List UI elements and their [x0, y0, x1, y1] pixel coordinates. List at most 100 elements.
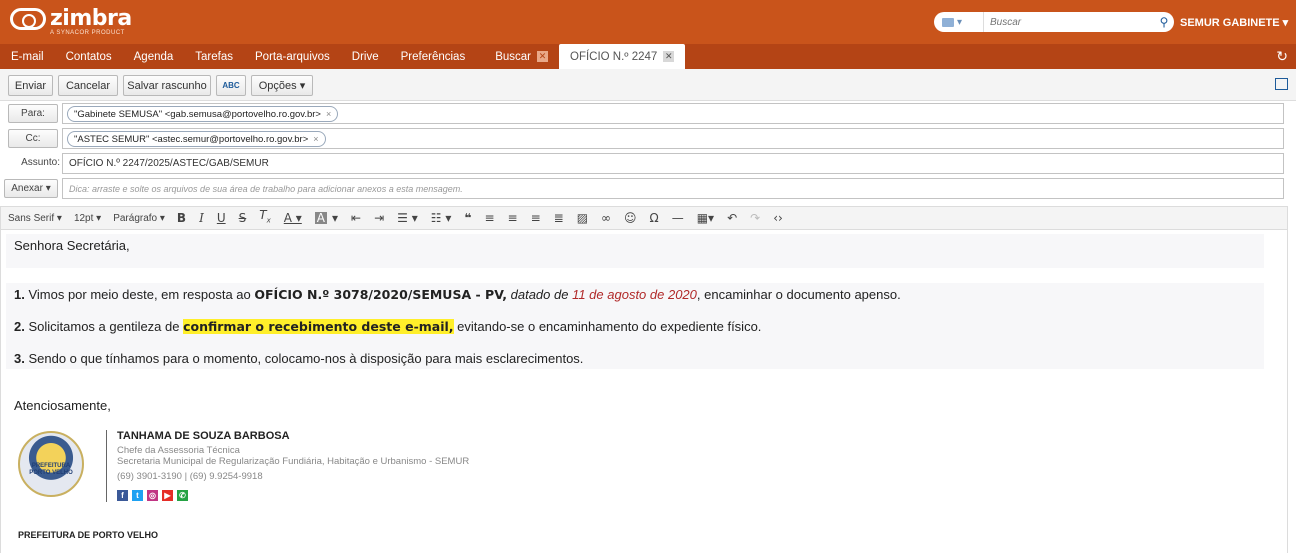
p1-oficio-ref: OFÍCIO N.º 3078/2020/SEMUSA - PV, — [254, 287, 508, 302]
remove-recipient-icon[interactable]: × — [313, 134, 318, 144]
tab-preferences[interactable]: Preferências — [390, 44, 477, 69]
send-button[interactable]: Enviar — [8, 75, 53, 96]
special-char-icon[interactable]: Ω — [650, 212, 659, 224]
signature-divider — [106, 430, 107, 502]
signature-phones: (69) 3901-3190 | (69) 9.9254-9918 — [117, 471, 263, 482]
cc-field[interactable]: "ASTEC SEMUR" <astec.semur@portovelho.ro… — [62, 128, 1284, 149]
search-input[interactable] — [984, 13, 1154, 31]
bold-icon[interactable]: B — [177, 212, 186, 224]
youtube-icon[interactable]: ▶ — [162, 490, 173, 501]
message-body[interactable] — [0, 230, 1288, 553]
signature-organization: PREFEITURA DE PORTO VELHO — [18, 530, 159, 540]
cc-row: Cc: "ASTEC SEMUR" <astec.semur@portovelh… — [0, 127, 1296, 151]
paragraph-dropdown[interactable]: Parágrafo ▾ — [113, 213, 165, 224]
p1-date: 11 de agosto de 2020 — [572, 287, 697, 302]
search-type-dropdown[interactable]: ▾ — [934, 12, 984, 32]
editor-toolbar: Sans Serif ▾ 12pt ▾ Parágrafo ▾ B I U S … — [0, 206, 1288, 230]
facebook-icon[interactable]: f — [117, 490, 128, 501]
p2-text: Solicitamos a gentileza de — [24, 319, 184, 334]
zimbra-logo-icon — [10, 8, 46, 30]
zimbra-logo[interactable]: zimbra A SYNACOR PRODUCT — [10, 8, 132, 36]
close-icon[interactable]: ✕ — [663, 51, 675, 62]
app-tabs: E-mail Contatos Agenda Tarefas Porta-arq… — [0, 44, 1296, 69]
seal-text: PREFEITURA PORTO VELHO — [29, 463, 73, 476]
social-links: f t ◎ ▶ ✆ — [117, 490, 192, 501]
save-draft-button[interactable]: Salvar rascunho — [123, 75, 211, 96]
tab-contacts[interactable]: Contatos — [55, 44, 123, 69]
tab-calendar[interactable]: Agenda — [123, 44, 185, 69]
background-color-dropdown-icon[interactable]: ▾ — [332, 212, 338, 224]
align-left-icon[interactable]: ≡ — [484, 212, 494, 224]
spell-check-button[interactable]: ABC — [216, 75, 246, 96]
italic-icon[interactable]: I — [199, 212, 204, 224]
search-bar: ▾ ⚲ — [934, 12, 1174, 32]
redo-icon[interactable]: ↷ — [750, 212, 760, 224]
image-icon[interactable]: ▨ — [577, 212, 588, 224]
tab-tasks[interactable]: Tarefas — [184, 44, 244, 69]
attach-button[interactable]: Anexar ▾ — [4, 179, 58, 198]
options-button[interactable]: Opções ▾ — [251, 75, 313, 96]
twitter-icon[interactable]: t — [132, 490, 143, 501]
subject-value: OFÍCIO N.º 2247/2025/ASTEC/GAB/SEMUR — [69, 158, 269, 169]
p1-text: Vimos por meio deste, em resposta ao — [24, 287, 255, 302]
align-center-icon[interactable]: ≡ — [508, 212, 518, 224]
close-icon[interactable]: ✕ — [537, 51, 548, 62]
text-color-icon[interactable]: A ▾ — [284, 212, 302, 224]
strikethrough-icon[interactable]: S — [239, 212, 247, 224]
tab-search[interactable]: Buscar ✕ — [484, 44, 559, 69]
spell-check-icon: ABC — [222, 81, 240, 90]
clear-format-icon[interactable]: Tx — [259, 209, 271, 226]
outdent-icon[interactable]: ⇤ — [351, 212, 361, 224]
tab-drive[interactable]: Drive — [341, 44, 390, 69]
indent-icon[interactable]: ⇥ — [374, 212, 384, 224]
tab-email[interactable]: E-mail — [0, 44, 55, 69]
tab-compose-oficio[interactable]: OFÍCIO N.º 2247 ✕ — [559, 44, 686, 69]
background-color-icon[interactable]: A — [314, 212, 328, 224]
recipient-bubble[interactable]: "Gabinete SEMUSA" <gab.semusa@portovelho… — [67, 106, 339, 122]
remove-recipient-icon[interactable]: × — [326, 109, 331, 119]
tab-search-label: Buscar — [495, 50, 531, 63]
signature-role: Chefe da Assessoria Técnica — [117, 445, 240, 456]
user-menu[interactable]: SEMUR GABINETE ▾ — [1180, 16, 1288, 29]
undo-icon[interactable]: ↶ — [727, 212, 737, 224]
p2-end: evitando-se o encaminhamento do expedien… — [453, 319, 762, 334]
font-family-dropdown[interactable]: Sans Serif ▾ — [8, 213, 62, 224]
horizontal-rule-icon[interactable]: — — [672, 212, 684, 224]
compose-toolbar: Enviar Cancelar Salvar rascunho ABC Opçõ… — [0, 69, 1296, 101]
subject-field[interactable]: OFÍCIO N.º 2247/2025/ASTEC/GAB/SEMUR — [62, 153, 1284, 174]
popout-icon[interactable] — [1275, 78, 1288, 90]
paragraph-3: 3. Sendo o que tínhamos para o momento, … — [14, 351, 583, 366]
p1-number: 1. — [14, 287, 25, 302]
tab-briefcase[interactable]: Porta-arquivos — [244, 44, 341, 69]
paragraph-2: 2. Solicitamos a gentileza de confirmar … — [14, 319, 761, 334]
signature-dept: Secretaria Municipal de Regularização Fu… — [117, 456, 470, 467]
subject-row: Assunto: OFÍCIO N.º 2247/2025/ASTEC/GAB/… — [0, 152, 1296, 176]
p3-text: Sendo o que tínhamos para o momento, col… — [24, 351, 584, 366]
font-size-dropdown[interactable]: 12pt ▾ — [74, 213, 101, 224]
refresh-icon[interactable]: ↻ — [1276, 48, 1288, 65]
link-icon[interactable]: ∞ — [601, 212, 611, 224]
attach-hint: Dica: arraste e solte os arquivos de sua… — [69, 184, 463, 194]
table-icon[interactable]: ▦▾ — [697, 212, 714, 224]
source-code-icon[interactable]: ‹› — [773, 212, 783, 224]
signature-name: TANHAMA DE SOUZA BARBOSA — [117, 430, 290, 442]
attach-drop-zone[interactable]: Dica: arraste e solte os arquivos de sua… — [62, 178, 1284, 199]
whatsapp-icon[interactable]: ✆ — [177, 490, 188, 501]
cc-button[interactable]: Cc: — [8, 129, 58, 148]
underline-icon[interactable]: U — [217, 212, 226, 224]
to-button[interactable]: Para: — [8, 104, 58, 123]
align-right-icon[interactable]: ≡ — [531, 212, 541, 224]
emoticon-icon[interactable]: ☺ — [624, 212, 637, 224]
instagram-icon[interactable]: ◎ — [147, 490, 158, 501]
numbered-list-icon[interactable]: ☷ ▾ — [431, 212, 452, 224]
justify-icon[interactable]: ≣ — [554, 212, 564, 224]
recipient-bubble[interactable]: "ASTEC SEMUR" <astec.semur@portovelho.ro… — [67, 131, 326, 147]
bullet-list-icon[interactable]: ☰ ▾ — [397, 212, 418, 224]
cancel-button[interactable]: Cancelar — [58, 75, 118, 96]
search-icon[interactable]: ⚲ — [1154, 12, 1174, 32]
p2-highlight: confirmar o recebimento deste e-mail, — [183, 319, 454, 334]
to-field[interactable]: "Gabinete SEMUSA" <gab.semusa@portovelho… — [62, 103, 1284, 124]
p3-number: 3. — [14, 351, 25, 366]
blockquote-icon[interactable]: ❝ — [464, 212, 471, 224]
top-header: zimbra A SYNACOR PRODUCT ▾ ⚲ SEMUR GABIN… — [0, 0, 1296, 44]
